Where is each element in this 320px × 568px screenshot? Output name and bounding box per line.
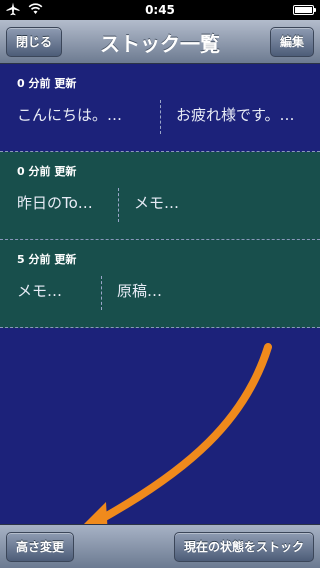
change-height-button[interactable]: 高さ変更 (6, 532, 75, 562)
bottom-toolbar: 高さ変更 現在の状態をストック (0, 524, 320, 568)
stock-current-state-button[interactable]: 現在の状態をストック (173, 532, 314, 562)
annotation-arrow (72, 343, 272, 536)
